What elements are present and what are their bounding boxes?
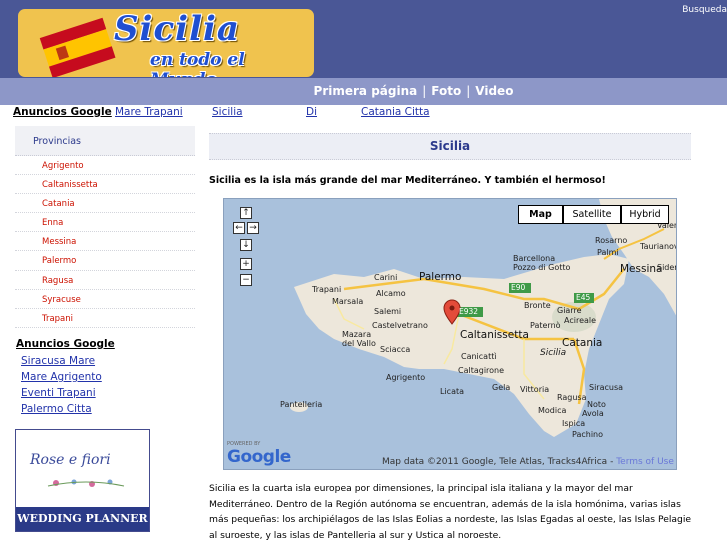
map-place: Avola	[582, 409, 604, 418]
map-place: Noto	[587, 400, 606, 409]
nav-home[interactable]: Primera página	[314, 84, 418, 98]
map-data-text: Map data ©2011 Google, Tele Atlas, Track…	[382, 457, 614, 467]
map-place: Modica	[538, 406, 567, 415]
map-place: Catania	[562, 337, 603, 349]
powered-by-google[interactable]: POWERED BY Google	[227, 441, 291, 467]
google-logo: Google	[227, 447, 291, 467]
map-type-hybrid-button[interactable]: Hybrid	[621, 205, 669, 224]
province-link[interactable]: Trapani	[15, 309, 195, 328]
sidebar-ad-link[interactable]: Mare Agrigento	[21, 369, 115, 385]
map-place: Siderno	[657, 263, 677, 272]
site-header: Sicilia en todo el Mundo Busqueda	[0, 0, 727, 78]
map-place: Taurianov	[640, 242, 677, 251]
pan-right-icon[interactable]: →	[247, 222, 259, 234]
map-place: Ispica	[562, 419, 586, 428]
pan-down-icon[interactable]: ↓	[240, 239, 252, 251]
sicily-map[interactable]: E90 E932 E45 Palermo Catania Caltanisset…	[223, 198, 677, 470]
map-place: Sciacca	[380, 345, 411, 354]
map-place: Pachino	[572, 430, 604, 439]
map-place: Paternò	[530, 321, 561, 330]
pan-left-icon[interactable]: ←	[233, 222, 245, 234]
province-link[interactable]: Syracuse	[15, 290, 195, 309]
nav-separator: |	[466, 84, 471, 98]
ad-link[interactable]: Di	[306, 106, 317, 118]
map-place: Vittoria	[520, 385, 550, 394]
site-logo[interactable]: Sicilia en todo el Mundo	[18, 9, 314, 77]
spain-flag-icon	[39, 17, 116, 77]
map-place: Palmi	[597, 248, 619, 257]
terms-of-use-link[interactable]: Terms of Use	[616, 457, 674, 467]
map-type-map-button[interactable]: Map	[518, 205, 563, 224]
province-link[interactable]: Messina	[15, 232, 195, 252]
map-place: Ragusa	[557, 393, 587, 402]
sidebar-ad-link[interactable]: Palermo Citta	[21, 401, 115, 417]
main-nav: Primera página | Foto | Video	[0, 78, 727, 105]
map-place: Acireale	[564, 316, 597, 325]
map-place: Castelvetrano	[372, 321, 428, 330]
provinces-sidebar: Provincias Agrigento Caltanissetta Catan…	[15, 126, 195, 328]
nav-video[interactable]: Video	[475, 84, 513, 98]
pan-up-icon[interactable]: ↑	[240, 207, 252, 219]
map-place: Licata	[440, 387, 465, 396]
provinces-heading: Provincias	[15, 126, 195, 156]
map-place: Caltagirone	[458, 366, 505, 375]
wedding-planner-banner[interactable]: Rose e fiori WEDDING PLANNER	[15, 429, 150, 532]
sidebar-ads-title: Anuncios Google	[16, 338, 115, 350]
map-place: Carini	[374, 273, 398, 282]
map-place: Mazara del Vallo	[342, 330, 376, 348]
road-label: E90	[511, 283, 526, 292]
map-region-label: Sicilia	[540, 348, 567, 358]
road-label: E932	[459, 307, 479, 316]
province-link[interactable]: Agrigento	[15, 156, 195, 176]
map-place: Palermo	[419, 271, 462, 283]
map-place: Barcellona Pozzo di Gotto	[513, 254, 571, 272]
ad-link[interactable]: Sicilia	[212, 106, 243, 118]
sidebar-ads: Anuncios Google Siracusa Mare Mare Agrig…	[16, 338, 115, 417]
map-place: Marsala	[332, 297, 364, 306]
map-place: Canicattì	[461, 352, 497, 361]
road-label: E45	[576, 293, 591, 302]
province-link[interactable]: Enna	[15, 213, 195, 233]
map-place: Siracusa	[589, 383, 624, 392]
map-place: Trapani	[312, 285, 342, 294]
map-place: Agrigento	[386, 373, 426, 382]
ads-title: Anuncios Google	[13, 106, 112, 118]
ad-link[interactable]: Catania Citta	[361, 106, 430, 118]
banner-logo-text: Rose e fiori	[30, 452, 111, 468]
map-place: Pantelleria	[280, 400, 323, 409]
map-place: Alcamo	[376, 289, 406, 298]
province-link[interactable]: Ragusa	[15, 271, 195, 290]
sidebar-ad-link[interactable]: Eventi Trapani	[21, 385, 115, 401]
nav-separator: |	[422, 84, 427, 98]
map-place: Bronte	[524, 301, 551, 310]
lead-text: Sicilia es la isla más grande del mar Me…	[209, 175, 606, 186]
nav-photo[interactable]: Foto	[431, 84, 461, 98]
province-link[interactable]: Caltanissetta	[15, 175, 195, 195]
zoom-in-icon[interactable]: +	[240, 258, 252, 270]
flower-ornament-icon	[47, 479, 125, 487]
sidebar-ad-link[interactable]: Siracusa Mare	[21, 353, 115, 369]
ad-link[interactable]: Mare Trapani	[115, 106, 183, 118]
zoom-out-icon[interactable]: −	[240, 274, 252, 286]
banner-caption: WEDDING PLANNER	[16, 507, 149, 531]
map-place: Salemi	[374, 307, 402, 316]
map-place: Caltanissetta	[460, 329, 529, 341]
map-type-satellite-button[interactable]: Satellite	[563, 205, 621, 224]
map-place: Gela	[492, 383, 511, 392]
content-heading: Sicilia	[209, 133, 691, 160]
body-text: Sicilia es la cuarta isla europea por di…	[209, 483, 692, 541]
province-link[interactable]: Catania	[15, 194, 195, 214]
ad-links-bar: Anuncios Google Mare Trapani Sicilia Di …	[13, 106, 430, 118]
province-link[interactable]: Palermo	[15, 251, 195, 271]
logo-subtitle: en todo el Mundo	[150, 50, 245, 77]
map-attribution: Map data ©2011 Google, Tele Atlas, Track…	[382, 457, 674, 467]
search-link[interactable]: Busqueda	[682, 5, 727, 15]
logo-title: Sicilia	[114, 9, 240, 49]
map-place: Giarre	[557, 306, 582, 315]
map-place: Rosarno	[595, 236, 628, 245]
